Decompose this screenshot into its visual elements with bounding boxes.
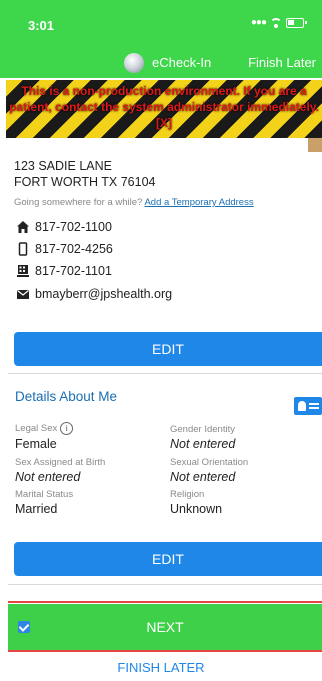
contact-badge-icon — [308, 138, 322, 152]
legal-sex-value: Female — [15, 437, 57, 451]
battery-icon — [286, 17, 307, 28]
gender-identity-label: Gender Identity — [170, 424, 235, 435]
address-line-1: 123 SADIE LANE — [14, 159, 112, 173]
signal-icon: ●●● — [250, 17, 267, 28]
app-title: eCheck-In — [152, 55, 212, 70]
add-temporary-address-link[interactable]: Add a Temporary Address — [144, 197, 253, 208]
sexual-orientation-value: Not entered — [170, 470, 236, 484]
work-phone-row: 817-702-1101 — [16, 264, 112, 278]
wifi-icon — [270, 17, 282, 28]
temporary-address-prompt: Going somewhere for a while? — [14, 197, 143, 208]
legal-sex-label: Legal Sex i — [15, 422, 74, 435]
mobile-phone-icon — [18, 242, 28, 256]
mobile-phone-row: 817-702-4256 — [16, 242, 113, 256]
home-phone-number: 817-702-1100 — [35, 220, 112, 234]
finish-later-button[interactable]: FINISH LATER — [0, 660, 322, 675]
next-top-border — [8, 601, 322, 603]
next-button[interactable]: NEXT — [8, 604, 322, 650]
status-time: 3:01 — [28, 18, 55, 33]
email-row: bmayberr@jpshealth.org — [16, 287, 172, 301]
top-bar: 3:01 ●●● eCheck-In Finish Later — [0, 0, 322, 78]
mobile-phone-number: 817-702-4256 — [35, 242, 113, 256]
non-production-warning-banner[interactable]: This is a non-production environment. If… — [6, 80, 322, 138]
app-logo — [124, 53, 144, 73]
section-divider — [8, 373, 322, 374]
religion-label: Religion — [170, 489, 205, 500]
gender-identity-value: Not entered — [170, 437, 236, 451]
temporary-address-line: Going somewhere for a while? Add a Tempo… — [14, 197, 254, 208]
sexual-orientation-label: Sexual Orientation — [170, 457, 249, 468]
next-bottom-border — [8, 650, 322, 652]
status-icons: ●●● — [250, 17, 307, 28]
sex-assigned-at-birth-value: Not entered — [15, 470, 81, 484]
home-phone-row: 817-702-1100 — [16, 220, 112, 234]
id-card-icon — [294, 397, 322, 415]
finish-later-link[interactable]: Finish Later — [248, 55, 316, 70]
info-icon[interactable]: i — [60, 422, 74, 435]
religion-value: Unknown — [170, 502, 223, 516]
marital-status-label: Marital Status — [15, 489, 74, 500]
edit-details-button[interactable]: EDIT — [14, 542, 322, 576]
work-phone-number: 817-702-1101 — [35, 264, 112, 278]
edit-contact-button[interactable]: EDIT — [14, 332, 322, 366]
email-icon — [17, 290, 29, 299]
section-divider — [8, 584, 322, 585]
warning-text: This is a non-production environment. If… — [9, 84, 319, 130]
sex-assigned-at-birth-label: Sex Assigned at Birth — [15, 457, 106, 468]
checkbox-icon — [18, 621, 30, 633]
details-about-me-title: Details About Me — [15, 389, 118, 404]
address-line-2: FORT WORTH TX 76104 — [14, 175, 156, 189]
home-phone-icon — [17, 221, 29, 233]
work-phone-icon — [17, 265, 29, 277]
marital-status-value: Married — [15, 502, 58, 516]
email-address: bmayberr@jpshealth.org — [35, 287, 173, 301]
